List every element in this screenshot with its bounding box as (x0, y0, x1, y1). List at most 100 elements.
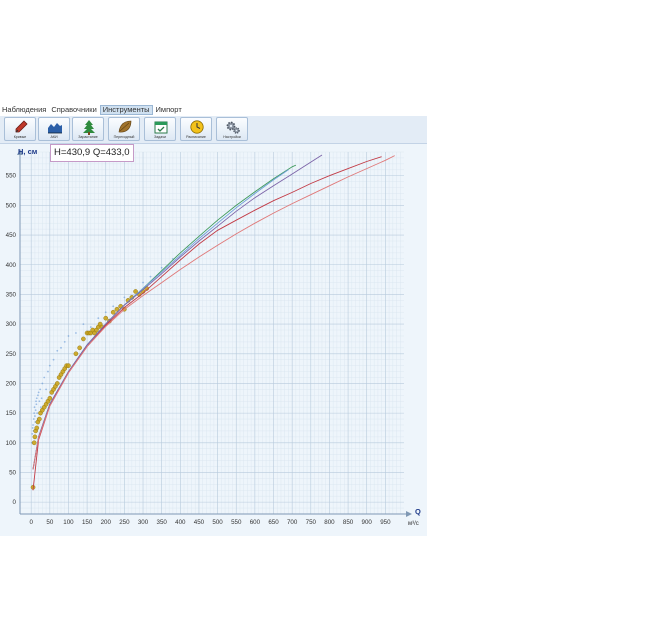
x-tick-label: 900 (362, 519, 373, 526)
menu-bar: Наблюдения Справочники Инструменты Импор… (0, 104, 427, 115)
y-tick-label: 0 (13, 499, 17, 506)
scatter-point (45, 388, 47, 391)
scatter-point (47, 370, 49, 373)
curves-button-label: Кривые (13, 135, 27, 139)
scatter-point (142, 281, 144, 284)
curves-button[interactable]: Кривые (4, 117, 36, 141)
leaf-icon (118, 120, 132, 133)
overgrowth-button-label: Зарастание (78, 135, 98, 139)
scatter-point (31, 432, 34, 435)
y-tick-label: 250 (6, 351, 17, 358)
y-tick-label: 100 (6, 440, 17, 447)
scatter-point (32, 418, 35, 420)
scatter-point (123, 296, 126, 299)
menu-item-import[interactable]: Импорт (154, 105, 184, 115)
scatter-point (63, 341, 66, 343)
x-tick-label: 300 (138, 519, 149, 526)
scatter-point (33, 412, 36, 415)
x-tick-label: 600 (250, 519, 261, 526)
scatter-point (67, 335, 70, 337)
scatter-point (89, 326, 92, 328)
menu-item-tools[interactable]: Инструменты (99, 104, 153, 115)
aki-button[interactable]: АКИ (38, 117, 70, 141)
x-tick-label: 500 (212, 519, 223, 526)
tasks-button[interactable]: Задачи (144, 117, 176, 141)
settings-button[interactable]: Настройки (216, 117, 248, 141)
x-tick-label: 750 (306, 519, 317, 526)
hydro-app-window: Наблюдения Справочники Инструменты Импор… (0, 104, 427, 536)
x-tick-label: 850 (343, 519, 354, 526)
scatter-point (97, 317, 100, 320)
scatter-point (112, 305, 115, 308)
scatter-point (82, 323, 85, 325)
menu-item-observations[interactable]: Наблюдения (0, 105, 48, 115)
scatter-point (35, 403, 38, 406)
scatter-point (60, 346, 62, 349)
y-tick-label: 200 (6, 380, 17, 387)
area-chart-icon (48, 123, 62, 134)
measured-point (37, 416, 42, 422)
measured-point (110, 309, 116, 315)
x-tick-label: 400 (175, 519, 186, 526)
tree-icon (83, 120, 95, 135)
measured-point (47, 395, 53, 401)
x-tick-label: 550 (231, 519, 242, 526)
scatter-point (40, 397, 43, 400)
scatter-point (35, 400, 37, 403)
scatter-point (34, 409, 37, 412)
x-axis-unit: м³/с (408, 521, 419, 527)
calendar-check-icon (154, 121, 168, 134)
scatter-point (104, 311, 107, 314)
x-tick-label: 450 (194, 519, 205, 526)
schedule-button[interactable]: Расписание (180, 117, 212, 141)
rating-curve-chart[interactable]: 0 50 100 150 200 250 300 350 400 450 500 550 600 650 7… (0, 144, 427, 536)
measured-point (77, 345, 82, 351)
y-tick-label: 150 (6, 410, 17, 417)
x-tick-label: 700 (287, 519, 298, 526)
scatter-point (48, 364, 51, 367)
scatter-point (32, 424, 34, 426)
scatter-point (31, 427, 34, 429)
clock-icon (190, 120, 204, 134)
measured-point (31, 440, 37, 446)
measured-point (103, 315, 109, 321)
scatter-point (56, 349, 59, 352)
y-tick-label: 550 (6, 173, 17, 180)
y-axis-title: Н, см (18, 147, 38, 156)
transition-button[interactable]: Переходный (108, 117, 140, 141)
scatter-point (39, 406, 42, 409)
cursor-readout: H=430,9 Q=433,0 (50, 144, 134, 162)
scatter-point (43, 376, 46, 379)
y-tick-label: 400 (6, 262, 17, 269)
overgrowth-button[interactable]: Зарастание (72, 117, 104, 141)
measured-point (34, 425, 40, 431)
scatter-point (36, 394, 39, 397)
settings-button-label: Настройки (223, 135, 241, 139)
scatter-point (39, 388, 42, 391)
y-tick-label: 50 (9, 469, 16, 476)
measured-point (133, 289, 138, 294)
x-tick-label: 150 (82, 519, 93, 526)
scatter-point (41, 382, 44, 385)
gears-icon (226, 121, 240, 134)
transition-button-label: Переходный (113, 135, 135, 139)
measured-point (32, 434, 38, 440)
menu-item-references[interactable]: Справочники (49, 105, 98, 115)
x-tick-label: 800 (324, 519, 335, 526)
scatter-point (37, 391, 40, 394)
tasks-button-label: Задачи (153, 135, 167, 139)
scatter-point (149, 275, 152, 278)
scatter-point (36, 412, 39, 415)
measured-point (54, 381, 60, 386)
x-tick-label: 650 (268, 519, 279, 526)
measured-point (66, 363, 71, 368)
x-tick-label: 50 (46, 519, 53, 526)
scatter-point (52, 358, 55, 361)
y-tick-label: 500 (6, 202, 17, 209)
measured-point (81, 336, 86, 342)
scatter-point (160, 266, 163, 269)
scatter-point (38, 400, 41, 403)
scatter-point (33, 406, 36, 409)
x-axis-title: Q (415, 507, 421, 516)
y-tick-label: 300 (6, 321, 17, 328)
